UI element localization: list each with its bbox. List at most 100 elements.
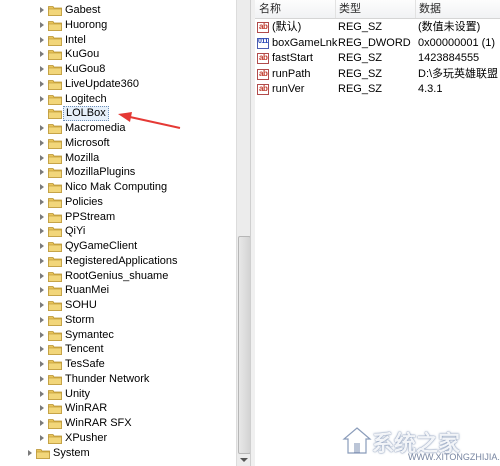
tree-item-gabest[interactable]: Gabest [0,3,236,18]
tree-item-sohu[interactable]: SOHU [0,298,236,313]
tree-item-label: Unity [65,387,91,400]
expand-arrow-icon[interactable] [40,125,45,132]
tree-item-label: QyGameClient [65,240,138,252]
tree-item-ppstream[interactable]: PPStream [0,210,236,225]
expand-arrow-icon[interactable] [40,331,45,339]
folder-icon [48,360,62,370]
expand-arrow-icon[interactable] [40,420,45,427]
tree-item-huorong[interactable]: Huorong [0,18,236,33]
expand-arrow-icon[interactable] [40,36,45,44]
tree-item-label: KuGou8 [65,63,106,75]
expand-arrow-icon[interactable] [40,257,45,265]
expand-arrow-icon[interactable] [40,405,45,412]
scroll-down-arrow-icon[interactable] [239,456,249,464]
folder-icon [48,301,62,311]
tree-item-mozilla[interactable]: Mozilla [0,151,236,166]
tree-item-label: Policies [65,195,103,208]
expand-arrow-icon[interactable] [40,7,45,14]
expand-arrow-icon[interactable] [40,375,45,383]
tree-item-registeredapplications[interactable]: RegisteredApplications [0,254,236,269]
tree-item-kugou[interactable]: KuGou [0,47,236,62]
expand-arrow-icon[interactable] [40,361,45,368]
tree-item-symantec[interactable]: Symantec [0,328,236,343]
expand-arrow-icon[interactable] [40,213,45,221]
tree-item-label: RegisteredApplications [65,254,178,267]
tree-item-label: QiYi [65,225,86,238]
value-data-cell: D:\多玩英雄联盟盒子 [418,67,498,80]
value-row[interactable]: ab runVer REG_SZ 4.3.1 [255,82,500,97]
expand-arrow-icon[interactable] [40,51,45,58]
tree-item-xpusher[interactable]: XPusher [0,431,236,446]
expand-arrow-icon[interactable] [40,139,45,147]
expand-arrow-icon[interactable] [40,198,45,206]
tree-item-policies[interactable]: Policies [0,195,236,210]
value-type-cell: REG_SZ [338,52,383,64]
expand-arrow-icon[interactable] [40,169,45,176]
tree-item-qygameclient[interactable]: QyGameClient [0,239,236,254]
expand-arrow-icon[interactable] [40,316,45,324]
tree-item-logitech[interactable]: Logitech [0,92,236,107]
folder-icon [48,94,62,105]
tree-item-winrar-sfx[interactable]: WinRAR SFX [0,416,236,431]
tree-item-label: Intel [65,33,86,46]
expand-arrow-icon[interactable] [40,390,45,398]
value-data-cell: 0x00000001 (1) [418,36,496,49]
expand-arrow-icon[interactable] [40,287,45,294]
tree-item-winrar[interactable]: WinRAR [0,401,236,416]
expand-arrow-icon[interactable] [40,228,45,235]
tree-vertical-scrollbar[interactable] [236,0,250,466]
expand-arrow-icon[interactable] [40,302,45,309]
tree-item-label: Microsoft [65,136,110,149]
tree-item-tessafe[interactable]: TesSafe [0,357,236,372]
registry-values-list[interactable]: 名称 类型 数据 ab (默认) REG_SZ (数值未设置) 011 boxGameLn… [255,0,500,466]
tree-item-nico-mak-computing[interactable]: Nico Mak Computing [0,180,236,195]
value-data-cell: (数值未设置) [418,21,481,33]
folder-icon [48,183,62,193]
tree-item-label: TesSafe [65,358,105,370]
tree-item-storm[interactable]: Storm [0,313,236,328]
string-value-icon: ab [257,53,269,64]
folder-icon [48,50,62,61]
expand-arrow-icon[interactable] [40,80,45,88]
tree-item-label: Nico Mak Computing [65,181,168,193]
value-row[interactable]: 011boxGameLnk...REG_DWORD 0x00000001 (1) [255,36,500,51]
tree-item-ruanmei[interactable]: RuanMei [0,283,236,298]
expand-arrow-icon[interactable] [40,184,45,191]
folder-icon [48,345,62,356]
tree-item-label: LOLBox [63,106,109,122]
expand-arrow-icon[interactable] [40,272,45,280]
tree-item-rootgenius-shuame[interactable]: RootGenius_shuame [0,269,236,284]
column-header-data[interactable]: 数据 [415,0,500,18]
tree-item-thunder-network[interactable]: Thunder Network [0,372,236,387]
folder-icon [48,389,62,400]
value-row[interactable]: ab (默认) REG_SZ (数值未设置) [255,20,500,35]
expand-arrow-icon[interactable] [28,449,33,457]
tree-item-system[interactable]: System [0,446,236,461]
tree-item-liveupdate360[interactable]: LiveUpdate360 [0,77,236,92]
value-row[interactable]: abrunPath REG_SZ D:\多玩英雄联盟盒子 [255,67,500,82]
tree-item-microsoft[interactable]: Microsoft [0,136,236,151]
expand-arrow-icon[interactable] [40,346,45,353]
folder-icon [48,168,62,179]
scrollbar-thumb[interactable] [238,236,250,454]
registry-key-tree[interactable]: Gabest Huorong Intel KuGou KuGou8 LiveUpdate3… [0,0,250,466]
tree-item-qiyi[interactable]: QiYi [0,224,236,239]
column-header-name[interactable]: 名称 [255,0,336,18]
tree-item-label: RootGenius_shuame [65,269,169,282]
folder-icon [48,374,62,385]
value-name-cell: boxGameLnk... [272,36,338,49]
expand-arrow-icon[interactable] [40,66,45,73]
expand-arrow-icon[interactable] [40,154,45,162]
tree-item-kugou8[interactable]: KuGou8 [0,62,236,77]
folder-icon [48,109,62,120]
column-header-type[interactable]: 类型 [335,0,416,18]
tree-item-unity[interactable]: Unity [0,387,236,402]
expand-arrow-icon[interactable] [40,434,45,442]
expand-arrow-icon[interactable] [40,21,45,29]
tree-item-mozillaplugins[interactable]: MozillaPlugins [0,165,236,180]
tree-item-intel[interactable]: Intel [0,33,236,48]
tree-item-tencent[interactable]: Tencent [0,342,236,357]
expand-arrow-icon[interactable] [40,243,45,250]
expand-arrow-icon[interactable] [40,95,45,103]
value-row[interactable]: ab fastStart REG_SZ 1423884555 [255,51,500,66]
